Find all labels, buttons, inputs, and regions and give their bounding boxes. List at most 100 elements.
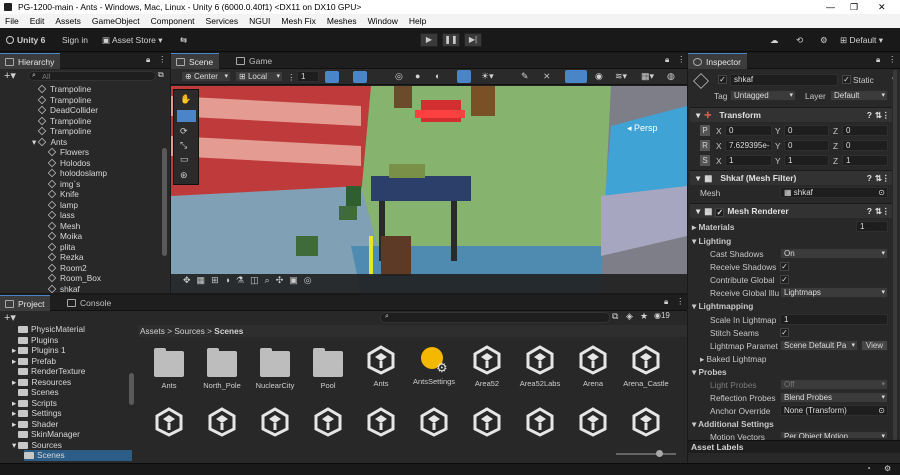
rotate-tool-icon[interactable]: ⟳ xyxy=(180,126,188,137)
asset-labels-bar[interactable]: Asset Labels xyxy=(688,440,900,453)
mesh-renderer-enabled-checkbox[interactable]: ✓ xyxy=(715,208,725,217)
hierarchy-item[interactable]: Holodos xyxy=(47,158,90,169)
scene-view-options-icon[interactable]: ◍ xyxy=(667,71,675,82)
scene-viewport[interactable] xyxy=(171,86,687,293)
transform-header[interactable]: ▾ ✛ Transform? ⇅ ⋮ xyxy=(690,107,892,122)
asset-item[interactable] xyxy=(620,407,672,441)
asset-item[interactable]: Area52Labs xyxy=(514,345,566,388)
baked-lightmap-foldout[interactable]: ▸ Baked Lightmap xyxy=(700,354,766,364)
tab-console[interactable]: Console xyxy=(62,295,117,311)
lock-icon[interactable]: 🔒︎ xyxy=(876,55,880,65)
pos-z-input[interactable]: 0 xyxy=(842,125,888,136)
menu-ngui[interactable]: NGUI xyxy=(249,14,270,28)
hierarchy-item[interactable]: Room2 xyxy=(47,263,87,274)
asset-item[interactable] xyxy=(567,407,619,441)
menu-component[interactable]: Component xyxy=(151,14,195,28)
asset-item[interactable] xyxy=(196,407,248,441)
shaded-icon[interactable]: ● xyxy=(415,71,420,81)
hierarchy-item[interactable]: holodoslamp xyxy=(47,168,107,179)
menu-file[interactable]: File xyxy=(5,14,19,28)
menu-help[interactable]: Help xyxy=(409,14,426,28)
gizmos-icon[interactable]: ▦▾ xyxy=(641,71,654,82)
effects-toggle-icon[interactable] xyxy=(565,70,587,83)
scale-y-input[interactable]: 1 xyxy=(784,155,829,166)
help-icon[interactable]: ? xyxy=(867,171,872,186)
asset-item[interactable]: Ants xyxy=(143,345,195,390)
project-tree-item[interactable]: Scenes xyxy=(18,387,59,398)
unity-account-button[interactable]: Unity 6 xyxy=(6,33,45,47)
project-tree-item[interactable]: SkinManager xyxy=(18,429,80,440)
snap-toggle-icon[interactable] xyxy=(353,71,367,83)
hierarchy-item[interactable]: Trampoline xyxy=(37,116,91,127)
zoom-slider-thumb[interactable] xyxy=(656,450,663,457)
mesh-renderer-header[interactable]: ▾ ▦ ✓ Mesh Renderer? ⇅ ⋮ xyxy=(690,203,892,218)
view-button[interactable]: View xyxy=(861,340,888,351)
reflection-probes-dropdown[interactable]: Blend Probes xyxy=(780,392,888,403)
lock-icon[interactable]: 🔒︎ xyxy=(664,297,668,307)
overlay-snap-icon[interactable]: ⊞ xyxy=(211,275,219,291)
tab-project[interactable]: Project xyxy=(0,295,51,311)
menu-edit[interactable]: Edit xyxy=(30,14,45,28)
rotation-label[interactable]: R xyxy=(700,140,710,151)
favorite-icon[interactable]: ★ xyxy=(640,311,648,322)
overlay-zoom-icon[interactable]: ⌕ xyxy=(265,275,270,291)
more-menu-icon[interactable]: ⋮ xyxy=(676,296,685,307)
project-tree-item[interactable]: Plugins xyxy=(18,335,58,346)
breadcrumb-sources[interactable]: Sources xyxy=(174,326,204,336)
tab-hierarchy[interactable]: Hierarchy xyxy=(0,53,61,69)
hierarchy-item[interactable]: Trampoline xyxy=(37,126,91,137)
project-tree-item[interactable]: Scenes xyxy=(24,450,132,461)
hierarchy-item[interactable]: Flowers xyxy=(47,147,89,158)
asset-item[interactable] xyxy=(302,407,354,441)
materials-count[interactable]: 1 xyxy=(856,221,888,232)
overlay-orbit-icon[interactable]: ◎ xyxy=(304,275,312,291)
anchor-override-field[interactable]: None (Transform) ⊙ xyxy=(780,405,888,416)
hierarchy-item[interactable]: lamp xyxy=(47,200,78,211)
hierarchy-item[interactable]: Moika xyxy=(47,231,82,242)
settings-gear-icon[interactable]: ⚙ xyxy=(820,33,828,47)
bug-icon[interactable]: ⚙ xyxy=(884,464,891,473)
version-control-icon[interactable]: ⇆ xyxy=(180,33,187,47)
component-menu-icon[interactable]: ⋮ xyxy=(882,108,891,123)
project-tree-item[interactable]: RenderTexture xyxy=(18,366,85,377)
more-menu-icon[interactable]: ⋮ xyxy=(158,54,167,65)
menu-mesh-fix[interactable]: Mesh Fix xyxy=(281,14,315,28)
move-tool-icon[interactable] xyxy=(177,110,196,122)
project-tree-item[interactable]: ▾ Sources xyxy=(12,440,62,451)
project-search-input[interactable]: ⌕ xyxy=(380,312,610,323)
asset-item[interactable]: Arena_Castle xyxy=(620,345,672,388)
maximize-icon[interactable]: ❐ xyxy=(850,2,858,13)
progress-icon[interactable]: ◔ xyxy=(866,464,871,473)
object-picker-icon[interactable]: ⊙ xyxy=(878,406,885,415)
more-menu-icon[interactable]: ⋮ xyxy=(677,54,686,65)
project-tree-item[interactable]: ▸ Settings xyxy=(12,408,61,419)
overlay-move-icon[interactable]: ✥ xyxy=(183,275,191,291)
asset-item[interactable] xyxy=(514,407,566,441)
create-button[interactable]: +▾ xyxy=(4,311,16,324)
asset-item[interactable]: Pool xyxy=(302,345,354,390)
rot-y-input[interactable]: 0 xyxy=(784,140,829,151)
project-tree-item[interactable]: PhysicMaterial xyxy=(18,324,85,335)
cast-shadows-dropdown[interactable]: On xyxy=(780,248,888,259)
receive-shadows-checkbox[interactable]: ✓ xyxy=(780,262,789,271)
minimize-icon[interactable]: — xyxy=(826,2,835,12)
stitch-seams-checkbox[interactable]: ✓ xyxy=(780,328,789,337)
layout-dropdown[interactable]: ⊞ Default ▾ xyxy=(840,33,883,47)
hierarchy-item[interactable]: DeadCollider xyxy=(37,105,98,116)
component-menu-icon[interactable]: ⋮ xyxy=(882,171,891,186)
hierarchy-item[interactable]: img`s xyxy=(47,179,80,190)
project-tree-item[interactable]: ▸ Resources xyxy=(12,377,71,388)
hierarchy-item[interactable]: plita xyxy=(47,242,75,253)
menu-services[interactable]: Services xyxy=(206,14,239,28)
visibility-icon[interactable]: ◉ xyxy=(595,71,603,82)
asset-store-button[interactable]: ▣ Asset Store ▾ xyxy=(102,33,163,47)
overlay-light-icon[interactable]: ◑ xyxy=(225,275,230,291)
hierarchy-search-input[interactable]: ⌕ All xyxy=(28,71,156,81)
lock-icon[interactable]: 🔒︎ xyxy=(665,55,669,65)
receive-gi-dropdown[interactable]: Lightmaps xyxy=(780,287,888,298)
scale-z-input[interactable]: 1 xyxy=(842,155,888,166)
scale-tool-icon[interactable]: ⤡ xyxy=(180,140,187,151)
lighting-foldout[interactable]: ▾ Lighting xyxy=(692,236,731,246)
hierarchy-item[interactable]: ▾ Ants xyxy=(32,137,67,148)
asset-item[interactable]: ⚙ AntsSettings xyxy=(408,345,460,386)
